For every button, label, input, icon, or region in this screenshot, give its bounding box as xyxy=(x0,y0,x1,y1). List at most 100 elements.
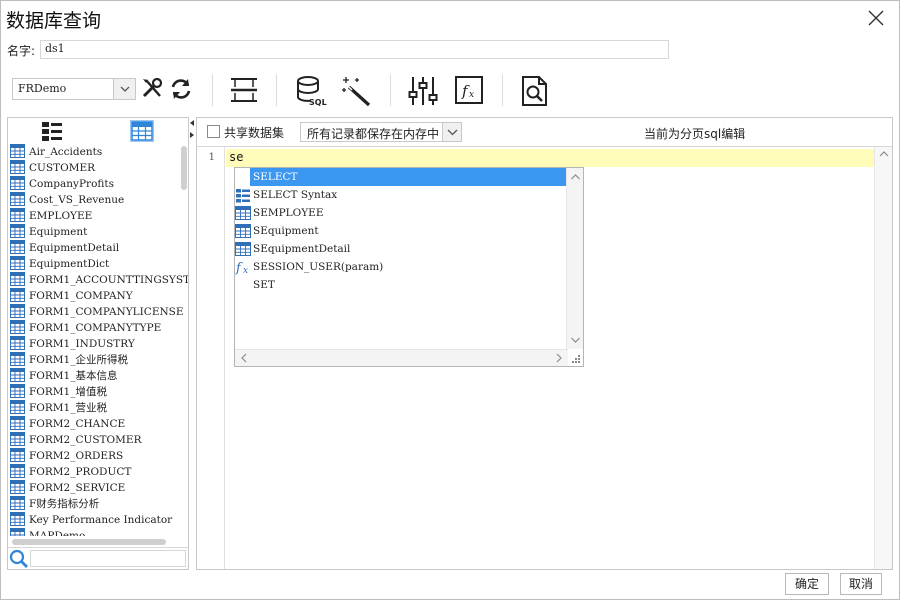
autocomplete-item[interactable]: SELECT Syntax xyxy=(235,186,567,204)
table-name: Key Performance Indicator xyxy=(29,514,173,526)
table-list-item[interactable]: FORM1_企业所得税 xyxy=(8,352,188,368)
table-name: EMPLOYEE xyxy=(29,210,93,222)
autocomplete-item-label: SET xyxy=(253,279,275,291)
table-icon xyxy=(10,416,25,430)
current-code-line[interactable]: se xyxy=(226,149,874,167)
list-view-icon xyxy=(42,122,62,141)
table-list-vertical-scrollbar[interactable] xyxy=(181,146,187,190)
table-name: FORM1_营业税 xyxy=(29,402,107,414)
table-name: FORM1_基本信息 xyxy=(29,370,118,382)
table-list-item[interactable]: FORM2_PRODUCT xyxy=(8,464,188,480)
table-list-item[interactable]: FORM1_增值税 xyxy=(8,384,188,400)
table-list-item[interactable]: FORM1_ACCOUNTTINGSYSTEM xyxy=(8,272,188,288)
parameters-button[interactable] xyxy=(408,75,438,105)
table-list-item[interactable]: FORM1_基本信息 xyxy=(8,368,188,384)
table-icon xyxy=(10,304,25,318)
table-name: FORM1_INDUSTRY xyxy=(29,338,135,350)
search-icon[interactable] xyxy=(9,549,29,569)
table-list-item[interactable]: FORM1_COMPANYTYPE xyxy=(8,320,188,336)
split-button[interactable] xyxy=(229,76,259,106)
preview-button[interactable] xyxy=(520,75,550,106)
line-number-gutter: 1 xyxy=(197,147,225,569)
table-icon xyxy=(235,224,251,238)
autocomplete-item[interactable]: f x SESSION_USER(param) xyxy=(235,258,567,276)
collapse-splitter[interactable] xyxy=(188,118,196,148)
chevron-up-icon xyxy=(879,151,889,157)
cancel-button[interactable]: 取消 xyxy=(840,573,882,595)
autocomplete-item-label: SEquipmentDetail xyxy=(253,243,351,255)
autocomplete-horizontal-scrollbar[interactable] xyxy=(235,349,568,366)
function-button[interactable]: f x xyxy=(454,75,484,105)
memory-mode-dropdown-button[interactable] xyxy=(442,123,461,141)
table-icon xyxy=(10,480,25,494)
table-icon xyxy=(10,192,25,206)
edit-mode-label: 当前为分页sql编辑 xyxy=(644,127,746,141)
name-row: 名字: ds1 xyxy=(0,38,900,62)
table-name: FORM2_SERVICE xyxy=(29,482,126,494)
autocomplete-vertical-scrollbar[interactable] xyxy=(566,168,583,349)
table-list-horizontal-scrollbar[interactable] xyxy=(12,539,166,545)
tab-table-view[interactable] xyxy=(130,120,154,142)
wizard-button[interactable] xyxy=(341,75,371,107)
resize-grip-icon[interactable] xyxy=(567,350,583,366)
table-list-item[interactable]: EquipmentDict xyxy=(8,256,188,272)
table-list-item[interactable]: FORM2_CUSTOMER xyxy=(8,432,188,448)
table-icon xyxy=(10,272,25,286)
table-browser-tabs xyxy=(8,118,188,144)
table-list-item[interactable]: Cost_VS_Revenue xyxy=(8,192,188,208)
table-icon xyxy=(10,288,25,302)
autocomplete-item[interactable]: SELECT xyxy=(250,168,567,186)
table-name: F财务指标分析 xyxy=(29,498,100,510)
table-icon xyxy=(10,208,25,222)
magic-wand-icon xyxy=(342,77,371,107)
chevron-right-icon xyxy=(556,353,562,363)
table-list-item[interactable]: Key Performance Indicator xyxy=(8,512,188,528)
table-list-item[interactable]: Air_Accidents xyxy=(8,144,188,160)
table-icon xyxy=(235,206,251,220)
memory-mode-select[interactable]: 所有记录都保存在内存中 xyxy=(300,122,462,142)
share-dataset-checkbox[interactable] xyxy=(207,125,220,138)
table-name: CompanyProfits xyxy=(29,178,115,190)
connection-select[interactable]: FRDemo xyxy=(12,78,136,100)
autocomplete-item-label: SEMPLOYEE xyxy=(253,207,324,219)
connection-dropdown-button[interactable] xyxy=(113,79,135,99)
toolbar-separator xyxy=(502,74,503,106)
refresh-icon xyxy=(171,79,191,99)
table-list-item[interactable]: FORM2_ORDERS xyxy=(8,448,188,464)
table-list-item[interactable]: FORM1_COMPANYLICENSE xyxy=(8,304,188,320)
autocomplete-item[interactable]: SET xyxy=(235,276,567,294)
table-list-item[interactable]: F财务指标分析 xyxy=(8,496,188,512)
table-icon xyxy=(10,368,25,382)
name-input[interactable]: ds1 xyxy=(40,40,669,59)
table-list-item[interactable]: CUSTOMER xyxy=(8,160,188,176)
table-name: FORM1_企业所得税 xyxy=(29,354,128,366)
table-icon xyxy=(10,256,25,270)
table-list-item[interactable]: FORM2_CHANCE xyxy=(8,416,188,432)
refresh-button[interactable] xyxy=(168,76,198,106)
table-list-item[interactable]: FORM2_SERVICE xyxy=(8,480,188,496)
tab-list-view[interactable] xyxy=(40,120,64,142)
ok-button[interactable]: 确定 xyxy=(785,573,829,595)
code-text: se xyxy=(229,150,244,164)
split-icon xyxy=(231,78,257,102)
tools-button[interactable] xyxy=(140,76,170,106)
table-list-item[interactable]: Equipment xyxy=(8,224,188,240)
table-icon xyxy=(10,448,25,462)
table-list-item[interactable]: FORM1_INDUSTRY xyxy=(8,336,188,352)
table-search-input[interactable] xyxy=(30,550,186,567)
table-icon xyxy=(10,176,25,190)
table-list-item[interactable]: FORM1_营业税 xyxy=(8,400,188,416)
close-button[interactable] xyxy=(866,8,886,28)
table-name: FORM2_PRODUCT xyxy=(29,466,132,478)
table-icon xyxy=(10,432,25,446)
sql-button[interactable]: SQL xyxy=(295,75,327,107)
autocomplete-item[interactable]: SEMPLOYEE xyxy=(235,204,567,222)
autocomplete-item[interactable]: SEquipment xyxy=(235,222,567,240)
table-list-item[interactable]: MAPDemo xyxy=(8,528,188,536)
table-list-item[interactable]: FORM1_COMPANY xyxy=(8,288,188,304)
editor-vertical-scrollbar[interactable] xyxy=(874,147,892,569)
table-list-item[interactable]: CompanyProfits xyxy=(8,176,188,192)
autocomplete-item[interactable]: SEquipmentDetail xyxy=(235,240,567,258)
table-list-item[interactable]: EquipmentDetail xyxy=(8,240,188,256)
table-list-item[interactable]: EMPLOYEE xyxy=(8,208,188,224)
